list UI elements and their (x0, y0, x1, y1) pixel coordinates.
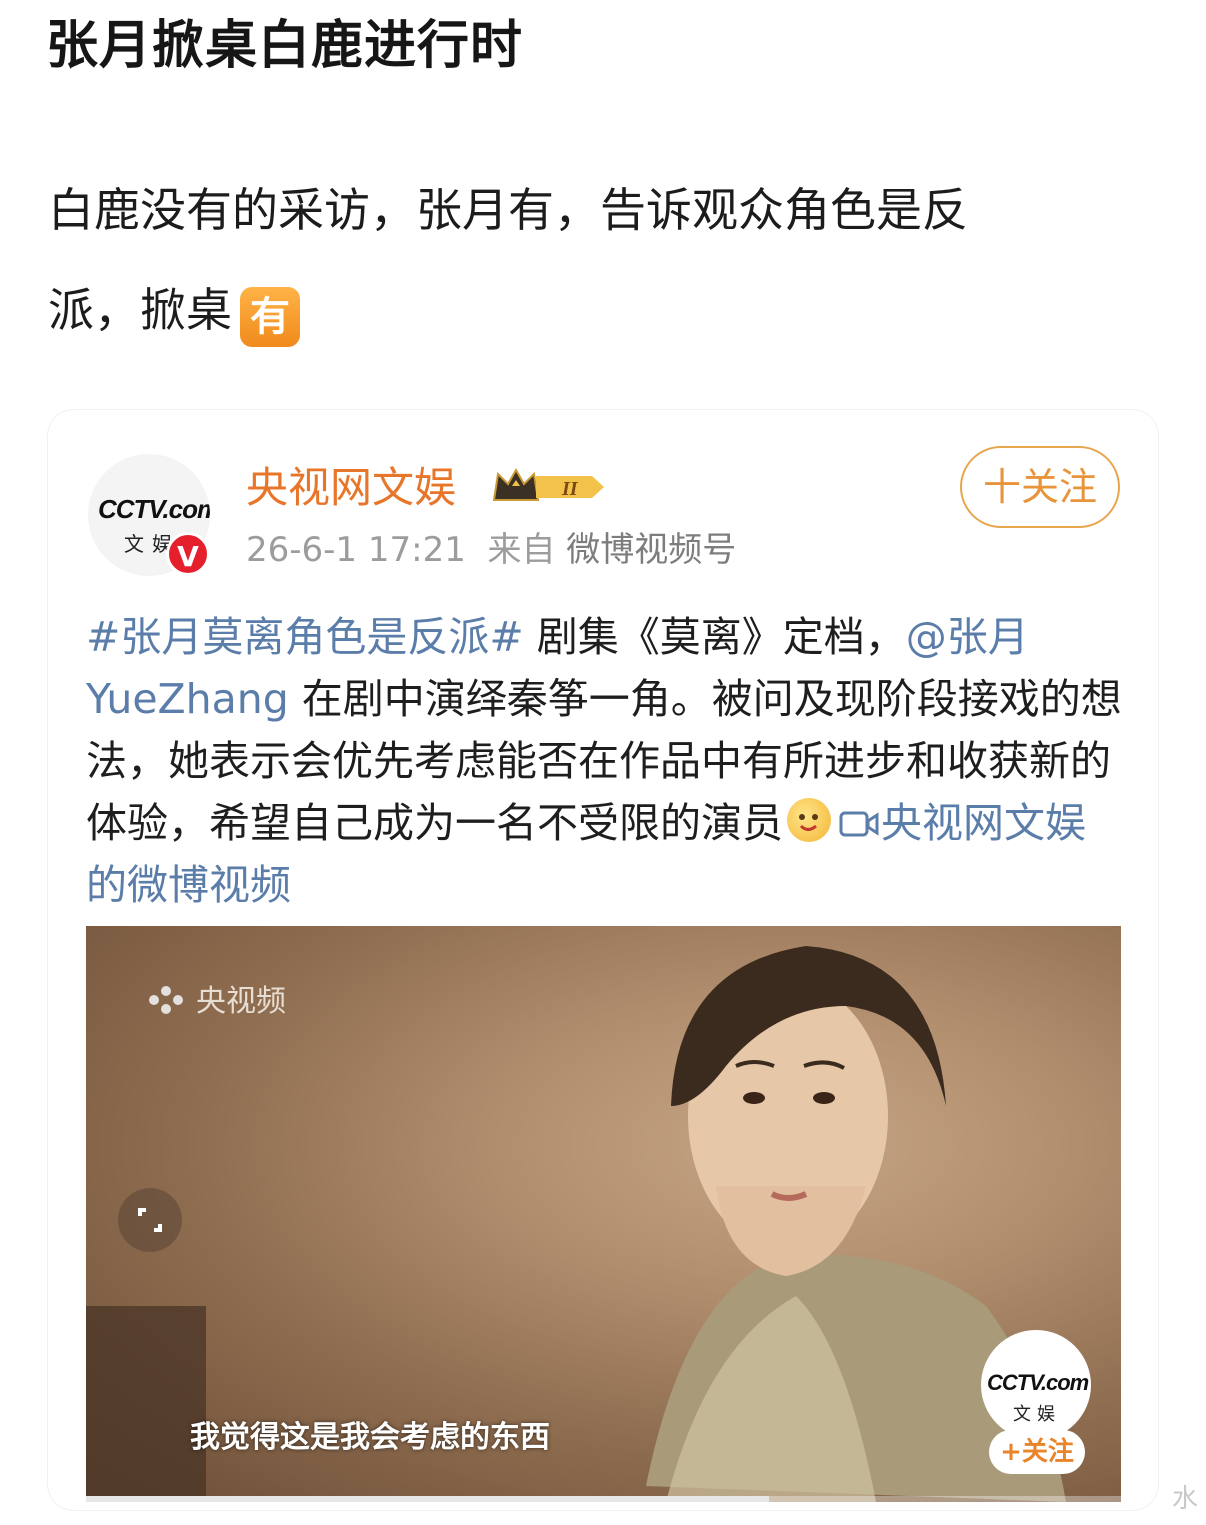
post-body-line-2: 派，掀桌有 (48, 260, 1108, 360)
expand-icon (138, 1208, 162, 1232)
corner-watermark: 水 (1171, 1484, 1198, 1514)
weibo-text: #张月莫离角色是反派# 剧集《莫离》定档，@张月YueZhang 在剧中演绎秦筝… (86, 606, 1126, 916)
author-name[interactable]: 央视网文娱 (246, 458, 456, 518)
post-meta: 26-6-1 17:21 来自 微博视频号 (246, 528, 736, 572)
video-player[interactable]: 央视频 我觉得这是我会考虑的东西 CCTV.com 文娱 +关注 (86, 926, 1121, 1502)
post-time: 26-6-1 17:21 (246, 530, 466, 570)
video-logo-sub: 文娱 (1013, 1404, 1061, 1425)
post-body-line-1: 白鹿没有的采访，张月有，告诉观众角色是反 (48, 183, 968, 237)
video-logo-cctv: CCTV.com (987, 1370, 1089, 1395)
follow-button[interactable]: 十关注 (960, 446, 1120, 528)
from-label: 来自 (487, 530, 556, 570)
video-camera-icon (839, 811, 879, 837)
you-emoji-icon: 有 (240, 287, 300, 347)
post-body-line-2-text: 派，掀桌 (48, 283, 232, 337)
video-channel-logo: CCTV.com 文娱 (981, 1330, 1091, 1440)
svg-text:II: II (561, 478, 579, 500)
repost-card[interactable]: CCTV.com 文娱 V 央视网文娱 II 26-6-1 17:21 来自 微… (48, 410, 1158, 1510)
hashtag-link[interactable]: #张月莫离角色是反派# (86, 613, 524, 661)
text-part-1: 剧集《莫离》定档， (523, 613, 906, 661)
post-source[interactable]: 微博视频号 (566, 530, 736, 570)
video-progress-bar[interactable] (86, 1496, 1121, 1502)
video-subtitle: 我觉得这是我会考虑的东西 (190, 1420, 550, 1455)
yangshipin-logo-icon (149, 986, 183, 1014)
hug-emoji-icon (787, 798, 831, 842)
page-title: 张月掀桌白鹿进行时 (46, 16, 524, 76)
video-watermark: 央视频 (146, 976, 286, 1020)
verified-badge-icon: V (166, 532, 210, 576)
avatar-cctv-logo: CCTV.com (98, 494, 210, 524)
crown-level-badge-icon: II (492, 467, 604, 501)
video-progress-fill (86, 1496, 770, 1502)
fullscreen-button[interactable] (118, 1188, 182, 1252)
post-body: 白鹿没有的采访，张月有，告诉观众角色是反 派，掀桌有 (48, 160, 1108, 360)
video-follow-button[interactable]: +关注 (989, 1430, 1085, 1474)
